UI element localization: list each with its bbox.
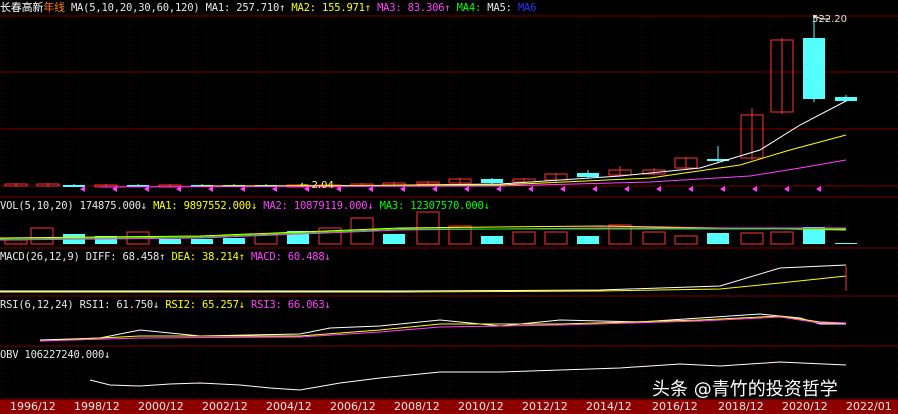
volume-bar-up (674, 235, 698, 245)
main-panel-header: 长春高新年线 MA(5,10,20,30,60,120) MA1: 257.71… (0, 1, 536, 15)
volume-bar-down (577, 236, 599, 244)
x-axis-label: 1998/12 (74, 400, 120, 413)
high-price-marker: 522.20 (812, 14, 847, 25)
volume-bar-up (740, 232, 764, 245)
candle-down (63, 185, 85, 187)
x-axis-label: 2018/12 (718, 400, 764, 413)
volume-bar-up (544, 231, 568, 245)
candle-down (803, 38, 825, 99)
volume-bar-down (383, 234, 405, 244)
x-axis-label: 2006/12 (330, 400, 376, 413)
x-axis-label: 2020/12 (782, 400, 828, 413)
ma2-value: MA2: 155.971↑ (291, 2, 371, 14)
x-axis-label: 2010/12 (458, 400, 504, 413)
vol-ma2: MA2: 10879119.000↓ (263, 200, 374, 212)
volume-bar-up (642, 231, 666, 245)
rsi3-value: RSI3: 66.063↓ (251, 299, 331, 311)
macd-diff-line (0, 264, 847, 292)
signal-arrow (784, 186, 789, 192)
rsi-params: RSI(6,12,24) (0, 299, 74, 311)
volume-bar-up (30, 227, 54, 245)
period-label[interactable]: 年线 (43, 1, 65, 14)
vol-value: 174875.000↓ (79, 200, 148, 212)
x-axis-label: 2008/12 (394, 400, 440, 413)
rsi1-value: RSI1: 61.750↓ (79, 299, 160, 311)
macd-panel-header: MACD(26,12,9) DIFF: 68.458↑ DEA: 38.214↑… (0, 250, 331, 264)
signal-arrow (400, 186, 405, 192)
ma3-value: MA3: 83.306↑ (377, 2, 451, 14)
x-axis-label: 2000/12 (138, 400, 184, 413)
ma-params: MA(5,10,20,30,60,120) (70, 2, 200, 14)
macd-dea: DEA: 38.214↑ (171, 251, 245, 263)
vol-ma1: MA1: 9897552.000↓ (153, 200, 258, 212)
x-axis-label: 2022/01 (846, 400, 892, 413)
signal-arrow (656, 186, 661, 192)
low-price-marker: ← 2.04 (300, 180, 334, 191)
x-axis-label: 2004/12 (266, 400, 312, 413)
signal-arrow (592, 186, 597, 192)
volume-bar-down (835, 243, 857, 244)
x-axis-label: 2012/12 (522, 400, 568, 413)
rsi-panel-header: RSI(6,12,24) RSI1: 61.750↓ RSI2: 65.257↓… (0, 298, 331, 312)
vol-panel-header: VOL(5,10,20) 174875.000↓ MA1: 9897552.00… (0, 199, 490, 213)
volume-bar-down (159, 239, 181, 244)
signal-arrow (368, 186, 373, 192)
watermark: 头条 @青竹的投资哲学 (652, 379, 838, 400)
volume-bar-down (481, 236, 503, 244)
x-axis-label: 1996/12 (10, 400, 56, 413)
signal-arrow (752, 186, 757, 192)
signal-arrow (720, 186, 725, 192)
volume-bar-up (512, 231, 536, 245)
ma4-value: MA4: (456, 2, 482, 14)
signal-arrow (528, 186, 533, 192)
volume-bar-up (4, 239, 28, 245)
x-axis-label: 2016/12 (652, 400, 698, 413)
low-price-value: 2.04 (311, 180, 334, 191)
signal-arrow (816, 186, 821, 192)
signal-arrow (560, 186, 565, 192)
volume-bar-down (191, 239, 213, 244)
obv-value: 106227240.000↓ (24, 349, 111, 361)
rsi2-value: RSI2: 65.257↓ (165, 299, 245, 311)
ma3-line (99, 159, 847, 188)
signal-arrow (688, 186, 693, 192)
macd-params: MACD(26,12,9) (0, 251, 80, 263)
macd-dea-line (0, 275, 847, 293)
macd-macd: MACD: 60.488↓ (251, 251, 331, 263)
volume-bar-down (707, 233, 729, 244)
vol-params: VOL(5,10,20) (0, 200, 74, 212)
vol-ma3: MA3: 12307570.000↓ (379, 200, 490, 212)
volume-bar-down (223, 238, 245, 244)
x-axis-label: 2002/12 (202, 400, 248, 413)
stock-name[interactable]: 长春高新 (0, 1, 43, 14)
signal-arrow (464, 186, 469, 192)
ma5-value: MA5: (487, 2, 512, 14)
x-axis-bar: 1996/12 1998/12 2000/12 2002/12 2004/12 … (0, 400, 898, 414)
obv-params: OBV (0, 349, 19, 361)
macd-diff: DIFF: 68.458↑ (85, 251, 166, 263)
candle-down (577, 173, 599, 177)
candle-down (835, 97, 857, 101)
signal-arrow (496, 186, 501, 192)
ma1-value: MA1: 257.710↑ (205, 2, 286, 14)
signal-arrow (432, 186, 437, 192)
x-axis-label: 2014/12 (586, 400, 632, 413)
volume-bar-up (770, 231, 794, 245)
signal-arrow (624, 186, 629, 192)
candle-down (481, 179, 503, 183)
obv-panel-header: OBV 106227240.000↓ (0, 348, 110, 362)
ma2-line (199, 134, 847, 187)
ma6-value: MA6 (517, 2, 537, 14)
